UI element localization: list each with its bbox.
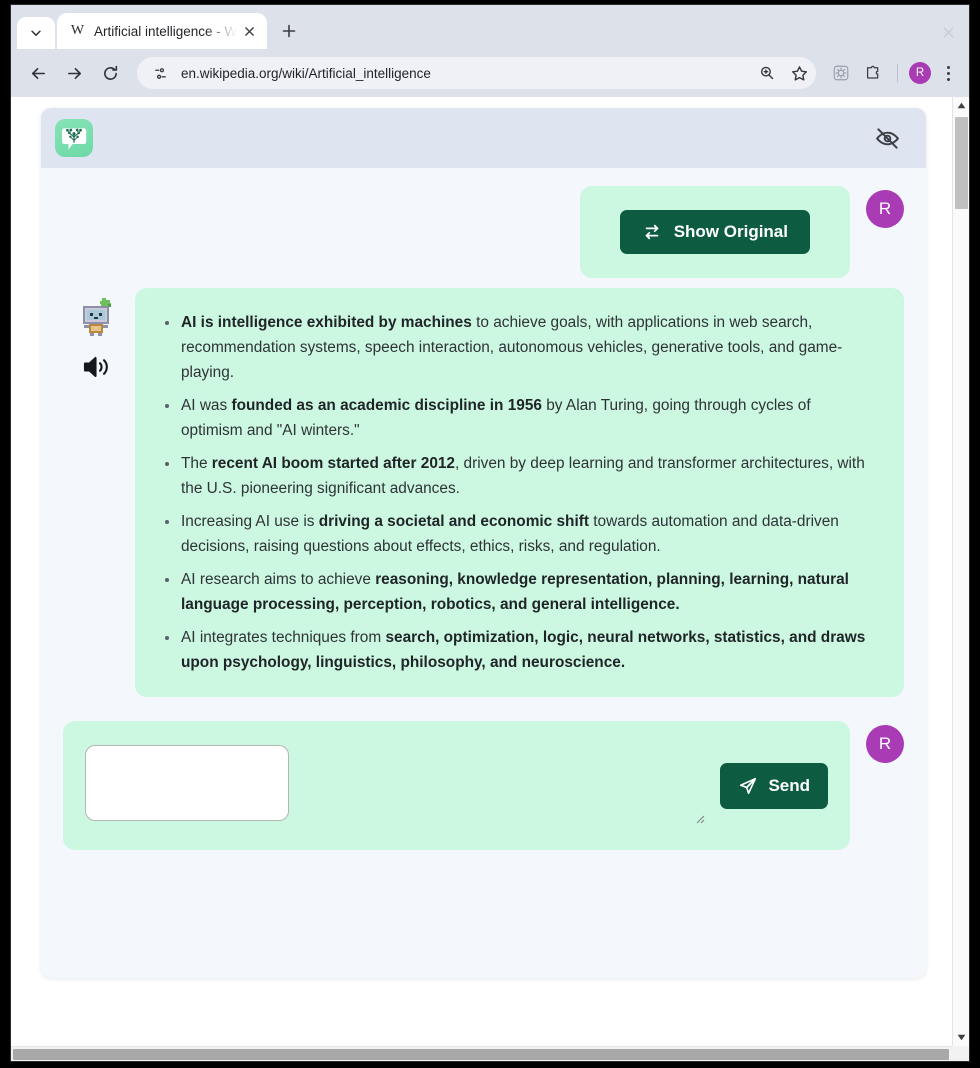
swap-arrows-icon [642,222,662,242]
composer-bubble: Send [63,721,850,850]
three-dot-menu-icon[interactable] [937,60,959,86]
browser-toolbar: en.wikipedia.org/wiki/Artificial_intelli… [11,49,969,97]
horizontal-scrollbar[interactable] [11,1046,969,1061]
list-item: AI research aims to achieve reasoning, k… [161,567,874,617]
page-viewport: Show Original R AI is intelligence exhib… [11,97,969,1061]
show-original-button[interactable]: Show Original [619,210,810,254]
user-avatar: R [866,190,904,228]
address-bar[interactable]: en.wikipedia.org/wiki/Artificial_intelli… [137,57,816,89]
user-message-bubble: Show Original [579,186,850,278]
star-icon[interactable] [788,62,810,84]
extension-panel: Show Original R AI is intelligence exhib… [41,108,926,978]
page-info-icon[interactable] [149,62,171,84]
scroll-down-arrow-icon[interactable] [953,1029,969,1046]
tab-title: Artificial intelligence - W [94,23,237,39]
composer-input-wrapper [85,745,708,826]
speaker-volume-icon[interactable] [80,352,114,382]
send-label: Send [768,775,810,795]
horizontal-scrollbar-thumb[interactable] [13,1049,949,1060]
tab-search-chevron-down-icon[interactable] [17,17,55,49]
vertical-scrollbar[interactable] [952,97,969,1046]
page-content: Show Original R AI is intelligence exhib… [11,97,952,1046]
tab-close-icon[interactable] [239,21,259,41]
paper-plane-icon [738,776,758,796]
browser-window: W Artificial intelligence - W en.wikiped… [10,4,970,1062]
send-button[interactable]: Send [720,762,828,809]
list-item: AI integrates techniques from search, op… [161,625,874,675]
scroll-up-arrow-icon[interactable] [953,97,969,114]
chat-message-input[interactable] [85,745,289,821]
list-item: AI was founded as an academic discipline… [161,393,874,443]
puzzle-extensions-icon[interactable] [860,60,886,86]
message-row-assistant: AI is intelligence exhibited by machines… [41,288,926,697]
window-close-icon[interactable] [939,23,957,41]
wikipedia-favicon-icon: W [70,23,85,38]
chat-body: Show Original R AI is intelligence exhib… [41,168,926,978]
composer-user-avatar: R [866,725,904,763]
tab-strip: W Artificial intelligence - W [11,5,969,49]
show-original-label: Show Original [673,222,788,241]
back-arrow-icon[interactable] [23,58,53,88]
message-row-user: Show Original R [41,186,926,278]
assistant-message-bubble: AI is intelligence exhibited by machines… [135,288,904,697]
toolbar-divider [897,64,898,82]
extension-settings-icon[interactable] [828,60,854,86]
new-tab-button[interactable] [275,17,303,45]
scrollbar-corner [952,1046,969,1061]
extension-header [41,108,926,168]
list-item: The recent AI boom started after 2012, d… [161,451,874,501]
profile-avatar[interactable]: R [909,62,931,84]
tab-artificial-intelligence[interactable]: W Artificial intelligence - W [57,13,267,49]
search-zoom-icon[interactable] [756,62,778,84]
assistant-side-column [63,288,131,382]
summary-bullet-list: AI is intelligence exhibited by machines… [161,310,874,675]
eye-off-icon[interactable] [870,121,904,155]
forward-arrow-icon[interactable] [59,58,89,88]
reload-icon[interactable] [95,58,125,88]
composer-row: Send R [41,707,926,850]
vertical-scrollbar-thumb[interactable] [955,117,968,209]
robot-plant-avatar-icon [75,294,119,338]
address-bar-url[interactable]: en.wikipedia.org/wiki/Artificial_intelli… [181,66,746,81]
list-item: Increasing AI use is driving a societal … [161,509,874,559]
list-item: AI is intelligence exhibited by machines… [161,310,874,385]
circuit-tree-speech-bubble-logo-icon[interactable] [55,119,93,157]
textarea-resize-handle[interactable] [693,811,705,824]
